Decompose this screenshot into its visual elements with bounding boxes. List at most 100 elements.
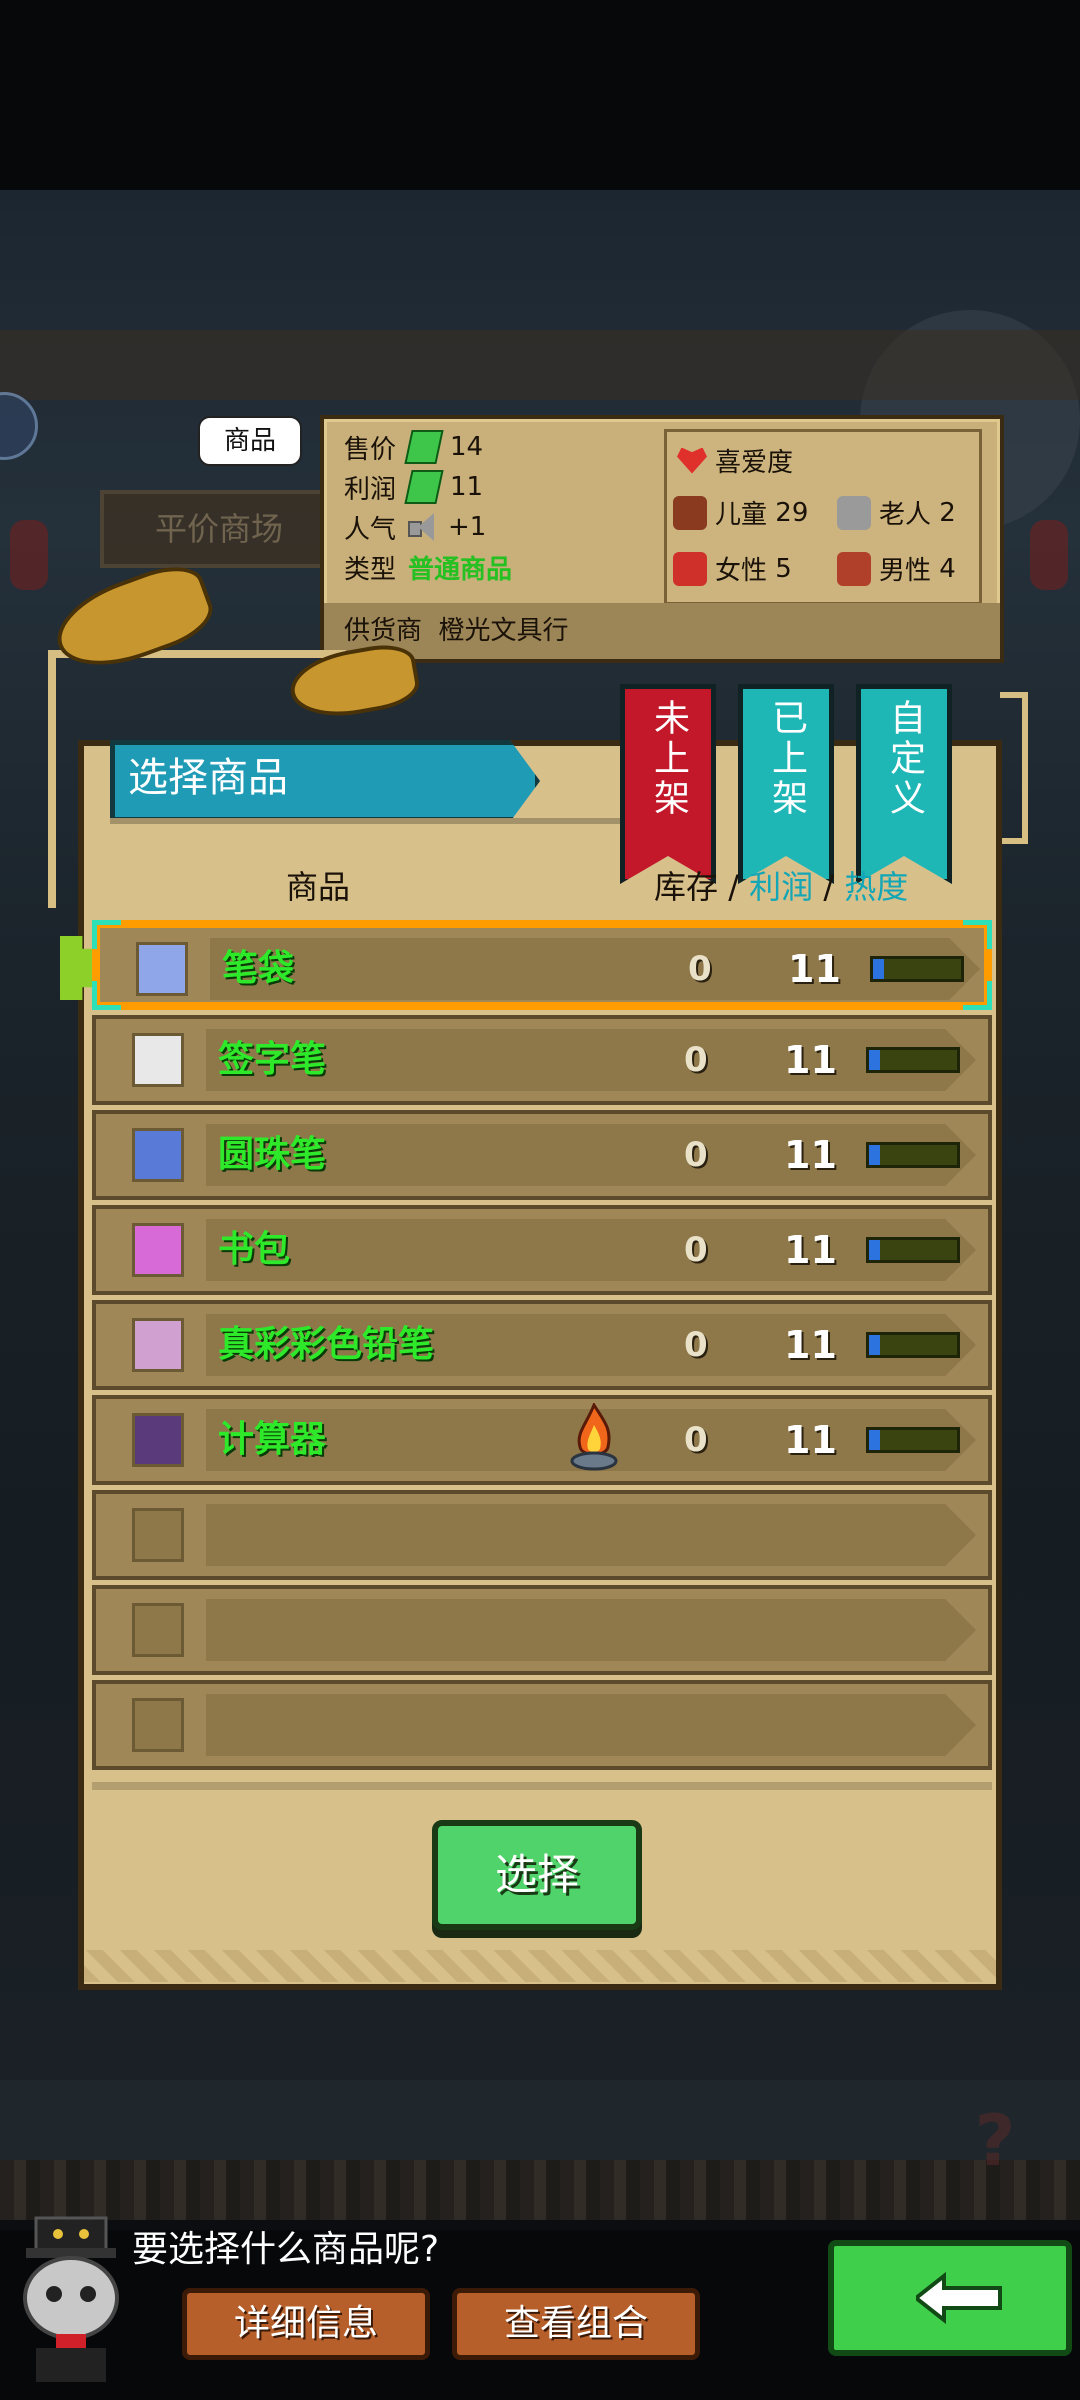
column-header-stock: 库存 (654, 868, 719, 906)
empty-icon-slot (132, 1603, 184, 1657)
heat-bar (866, 1427, 960, 1453)
goods-profit: 11 (784, 1418, 837, 1462)
heat-bar (866, 1237, 960, 1263)
speaker-icon (408, 513, 438, 541)
panel-bottom-trim (84, 1950, 996, 1982)
back-button[interactable] (828, 2240, 1072, 2356)
item-tag: 商品 (198, 416, 302, 466)
frame-decoration-right (1000, 692, 1028, 844)
profit-label: 利润 (344, 474, 397, 505)
goods-name: 签字笔 (218, 1039, 327, 1080)
heat-bar-fill (869, 1430, 880, 1450)
panel-divider (92, 1782, 992, 1790)
goods-row-empty (92, 1680, 992, 1770)
cat-mascot-avatar (23, 2216, 119, 2382)
goods-name: 书包 (218, 1229, 291, 1270)
panel-title: 选择商品 (128, 755, 288, 801)
goods-row-empty (92, 1490, 992, 1580)
fire-icon (570, 1403, 618, 1471)
goods-name: 笔袋 (222, 948, 295, 989)
colored-pencils-icon (132, 1318, 184, 1372)
goods-stock: 0 (684, 1325, 708, 1365)
fav-male: 男性 4 (837, 550, 956, 587)
goods-profit: 11 (784, 1228, 837, 1272)
price-label: 售价 (344, 434, 397, 465)
goods-row[interactable]: 真彩彩色铅笔 0 11 (92, 1300, 992, 1390)
back-arrow-icon (916, 2272, 1002, 2324)
goods-name: 真彩彩色铅笔 (218, 1324, 435, 1365)
goods-stock: 0 (684, 1040, 708, 1080)
help-icon[interactable]: ? (960, 2100, 1030, 2182)
tab-custom[interactable]: 自定义 (856, 684, 952, 884)
street (0, 2080, 1080, 2160)
heart-icon (677, 447, 707, 474)
profit-value: 11 (450, 472, 484, 502)
elderly-face-icon (837, 495, 871, 530)
row-label-bar (210, 938, 980, 1000)
title-underline (110, 818, 622, 824)
fav-female: 女性 5 (673, 550, 792, 587)
lantern-right (1030, 520, 1068, 590)
school-bag-icon (132, 1223, 184, 1277)
goods-row[interactable]: 计算器 0 11 (92, 1395, 992, 1485)
row-label-bar (206, 1599, 976, 1661)
heat-bar (866, 1142, 960, 1168)
view-combo-button[interactable]: 查看组合 (452, 2288, 700, 2360)
selection-corner (963, 920, 992, 949)
favorability-box: 喜爱度 儿童 29 老人 2 女性 5 男性 4 (664, 429, 982, 605)
male-face-icon (837, 551, 871, 586)
goods-stock: 0 (684, 1230, 708, 1270)
type-value: 普通商品 (408, 554, 513, 585)
goods-row[interactable]: 签字笔 0 11 (92, 1015, 992, 1105)
item-info-card: 售价 14 利润 11 人气 +1 类型 普通商品 喜爱度 儿童 29 老人 2… (320, 415, 1004, 663)
child-face-icon (673, 495, 707, 530)
row-label-bar (206, 1504, 976, 1566)
column-header-stats: 库存 / 利润 / 热度 (654, 868, 909, 906)
empty-icon-slot (132, 1508, 184, 1562)
favorability-title: 喜爱度 (677, 442, 793, 479)
goods-profit: 11 (784, 1323, 837, 1367)
goods-row[interactable]: 书包 0 11 (92, 1205, 992, 1295)
money-icon (404, 470, 444, 504)
price-row: 售价 14 (344, 429, 483, 465)
goods-stock: 0 (688, 949, 712, 989)
selection-corner (92, 920, 121, 949)
fav-children: 儿童 29 (673, 494, 808, 531)
dialog-question: 要选择什么商品呢? (132, 2229, 440, 2270)
tab-unlisted[interactable]: 未上架 (620, 684, 716, 884)
calculator-icon (132, 1413, 184, 1467)
heat-bar-fill (869, 1145, 880, 1165)
goods-profit: 11 (784, 1038, 837, 1082)
goods-list: 笔袋 0 11 签字笔 0 11 圆珠笔 0 11 书包 0 11 真彩彩色铅笔 0 11 计算器 0 11 (92, 920, 992, 1775)
shop-sign: 平价商场 (100, 490, 338, 568)
details-button[interactable]: 详细信息 (182, 2288, 430, 2360)
goods-stock: 0 (684, 1420, 708, 1460)
heat-bar-fill (869, 1335, 880, 1355)
popularity-label: 人气 (344, 514, 397, 545)
tab-listed[interactable]: 已上架 (738, 684, 834, 884)
supplier-row: 供货商 橙光文具行 (324, 603, 1000, 659)
popularity-row: 人气 +1 (344, 509, 486, 545)
row-label-bar (206, 1694, 976, 1756)
female-face-icon (673, 551, 707, 586)
heat-bar (870, 956, 964, 982)
fav-elderly: 老人 2 (837, 494, 956, 531)
column-header-heat: 热度 (844, 868, 909, 906)
money-icon (404, 430, 444, 464)
goods-name: 圆珠笔 (218, 1134, 327, 1175)
column-header-goods: 商品 (286, 868, 351, 906)
heat-bar (866, 1332, 960, 1358)
goods-row[interactable]: 笔袋 0 11 (92, 920, 992, 1010)
heat-bar-fill (869, 1240, 880, 1260)
goods-profit: 11 (784, 1133, 837, 1177)
select-button[interactable]: 选择 (432, 1820, 642, 1930)
goods-row[interactable]: 圆珠笔 0 11 (92, 1110, 992, 1200)
goods-row-empty (92, 1585, 992, 1675)
goods-name: 计算器 (218, 1419, 327, 1460)
goods-stock: 0 (684, 1135, 708, 1175)
heat-bar-fill (873, 959, 884, 979)
selection-corner (92, 981, 121, 1010)
column-header-profit: 利润 (749, 868, 814, 906)
supplier-label: 供货商 (344, 616, 423, 646)
shop-roof (0, 330, 1080, 400)
